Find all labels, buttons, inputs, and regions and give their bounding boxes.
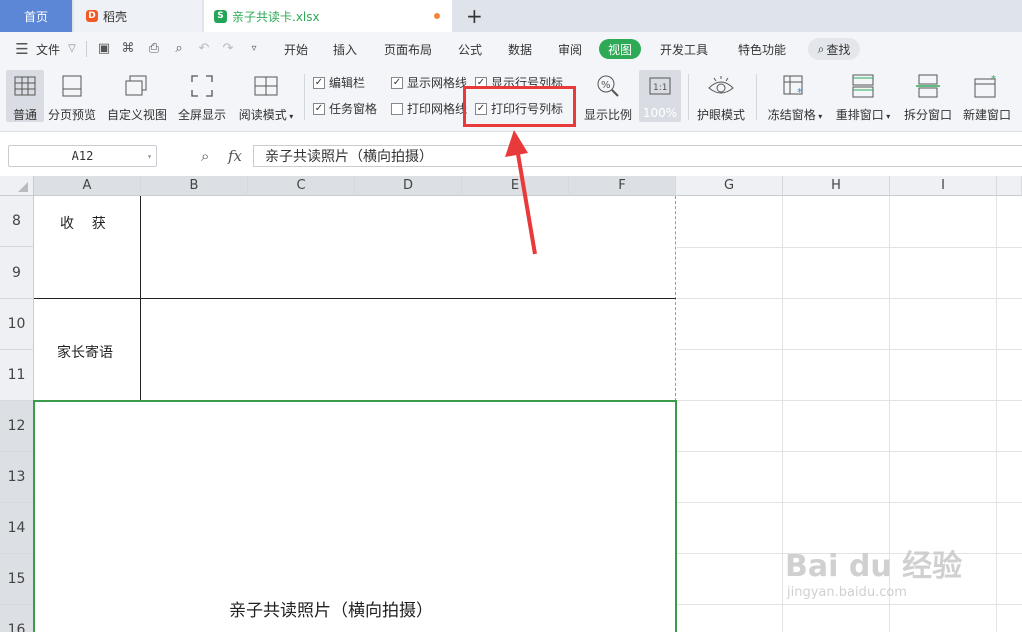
- annotation-arrow: [505, 130, 537, 255]
